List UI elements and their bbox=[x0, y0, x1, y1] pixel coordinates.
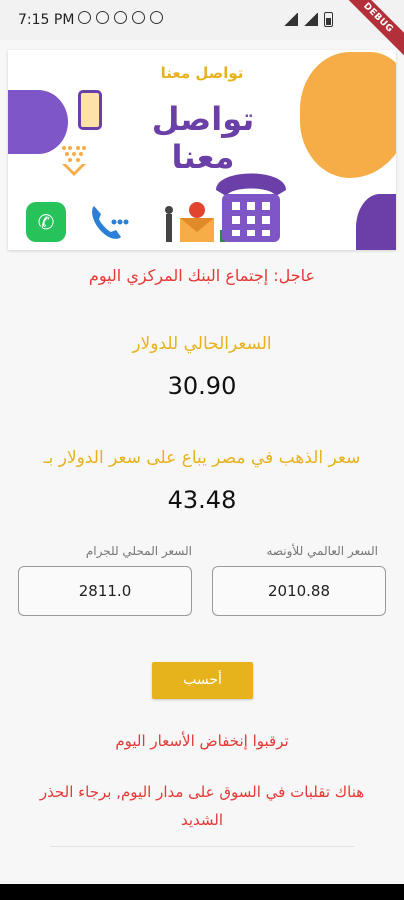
phone-call-icon bbox=[92, 206, 129, 239]
system-icons bbox=[284, 12, 333, 27]
desk-phone-illustration bbox=[216, 173, 286, 242]
alarm-icon bbox=[96, 11, 109, 24]
calculate-button[interactable]: أحسب bbox=[152, 662, 253, 699]
ounce-price-field[interactable]: 2010.88 bbox=[212, 566, 386, 616]
divider bbox=[50, 846, 354, 847]
down-arrow-icon bbox=[62, 146, 86, 176]
system-navigation-bar bbox=[0, 884, 404, 900]
battery-icon bbox=[324, 12, 333, 27]
gram-price-field[interactable]: 2811.0 bbox=[18, 566, 192, 616]
cell-signal-icon bbox=[304, 13, 318, 26]
notification-icons bbox=[78, 11, 163, 24]
ounce-price-label: السعر العالمي للأونصه bbox=[266, 544, 378, 558]
mobile-phone-icon bbox=[78, 90, 102, 130]
gold-dollar-rate-value: 43.48 bbox=[167, 486, 237, 514]
urgent-news: عاجل: إجتماع البنك المركزي اليوم bbox=[88, 266, 316, 285]
status-time: 7:15 PM bbox=[18, 12, 75, 28]
whatsapp-notification-icon bbox=[114, 11, 127, 24]
gram-price-label: السعر المحلي للجرام bbox=[85, 544, 192, 558]
wifi-icon bbox=[284, 13, 298, 26]
usd-price-value: 30.90 bbox=[167, 372, 237, 400]
expect-notice: ترقبوا إنخفاض الأسعار اليوم bbox=[115, 732, 289, 750]
app-notification-icon bbox=[150, 11, 163, 24]
whatsapp-icon: ✆ bbox=[26, 202, 66, 242]
notification-icon bbox=[78, 11, 91, 24]
sync-icon bbox=[132, 11, 145, 24]
usd-price-label: السعرالحالي للدولار bbox=[132, 334, 272, 354]
status-bar: 7:15 PM DEBUG bbox=[0, 0, 404, 67]
gold-dollar-rate-label: سعر الذهب في مصر يباع على سعر الدولار بـ bbox=[43, 448, 361, 468]
decorative-blob bbox=[356, 194, 396, 250]
decorative-blob bbox=[8, 90, 68, 154]
banner-small-title: تواصل معنا bbox=[160, 64, 244, 82]
market-warning: هناك تقلبات في السوق على مدار اليوم, برج… bbox=[39, 783, 365, 829]
contact-us-banner[interactable]: تواصل معنا تواصل معنا ✆ bbox=[8, 50, 396, 250]
